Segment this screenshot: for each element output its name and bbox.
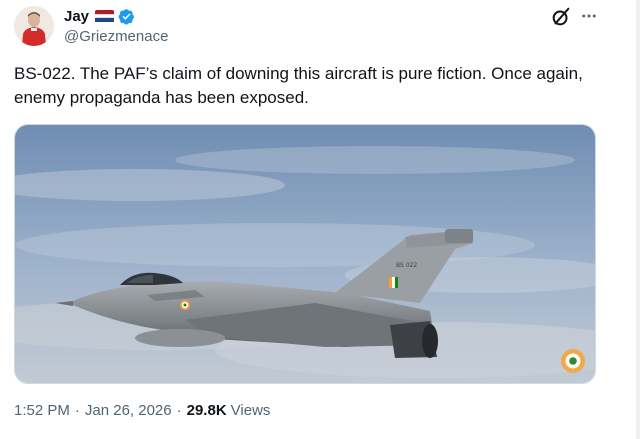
scroll-edge [636,0,640,439]
avatar[interactable] [14,6,54,46]
grok-icon[interactable] [550,6,572,28]
fighter-jet-image: BS 022 [15,125,595,383]
author-name-row: Jay [64,6,135,26]
verified-badge-icon [118,8,134,25]
tweet-text: BS-022. The PAF’s claim of downing this … [14,64,583,107]
author-display-name[interactable]: Jay [64,8,89,25]
views-label: Views [230,402,271,419]
views-count: 29.8K [186,402,227,419]
avatar-image [14,6,54,46]
tweet-card: Jay @Griezmenace BS-022. The PAF’s claim… [0,0,640,439]
more-options-icon[interactable] [580,7,598,25]
meta-separator: · [176,402,182,419]
author-handle[interactable]: @Griezmenace [64,28,168,45]
tail-code: BS 022 [396,262,417,269]
tweet-time[interactable]: 1:52 PM [14,402,70,419]
tweet-meta: 1:52 PM · Jan 26, 2026 · 29.8K Views [14,402,270,419]
meta-separator: · [74,402,80,419]
tweet-date[interactable]: Jan 26, 2026 [85,402,172,419]
tweet-media[interactable]: BS 022 [14,124,596,384]
netherlands-flag-icon [95,9,115,23]
